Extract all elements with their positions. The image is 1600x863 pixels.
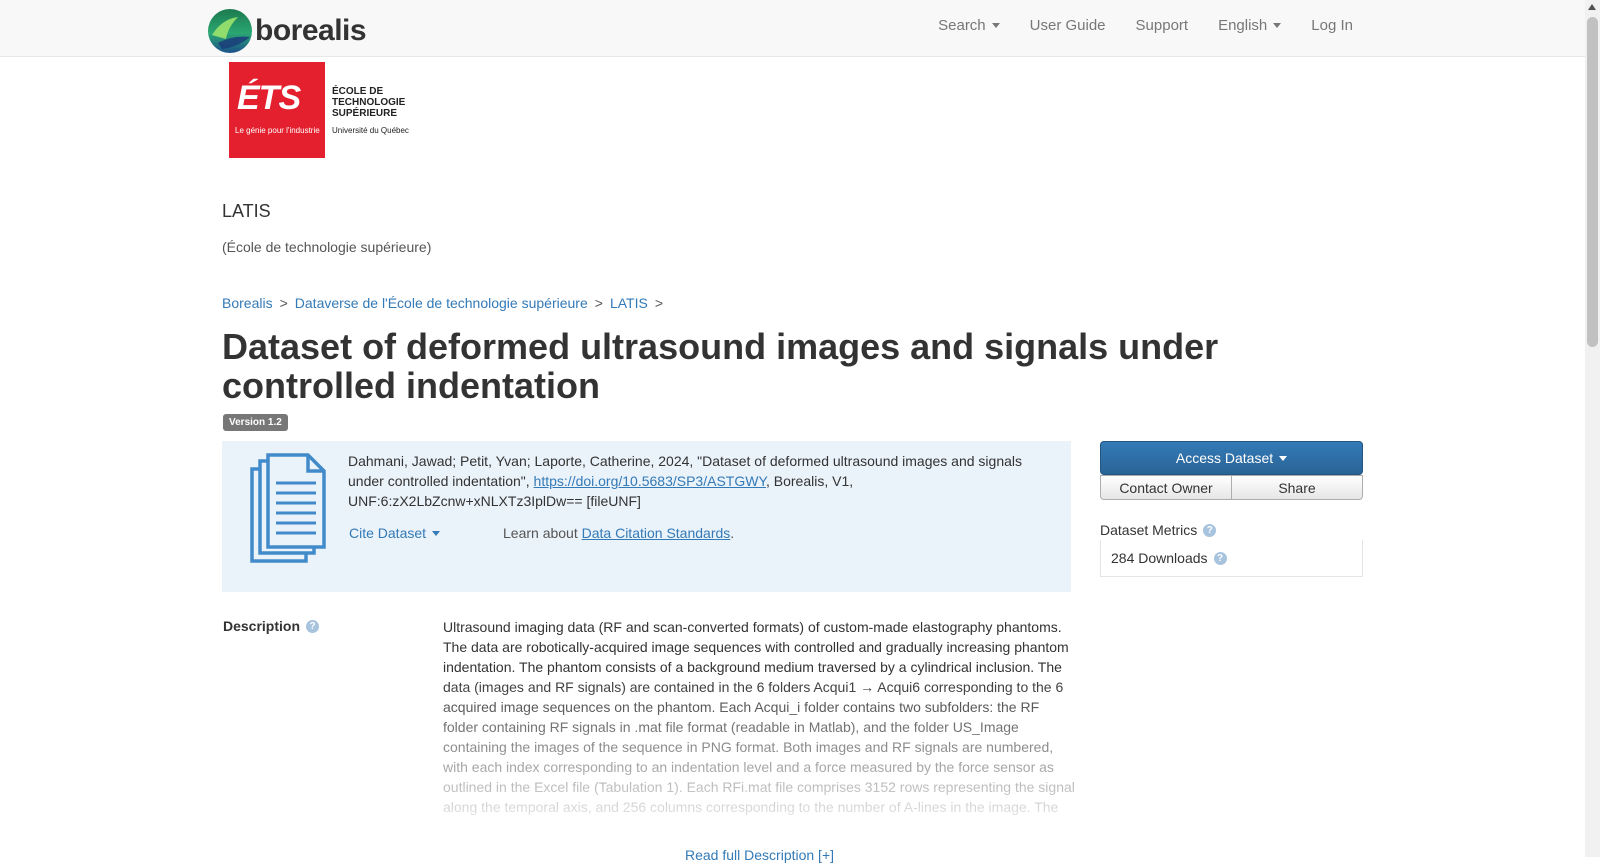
description-label: Description	[223, 618, 301, 634]
ets-logo-subtitle: Université du Québec	[332, 126, 409, 135]
help-question-icon[interactable]: ?	[1203, 523, 1217, 537]
citation-box: Dahmani, Jawad; Petit, Yvan; Laporte, Ca…	[222, 441, 1071, 592]
caret-down-icon	[991, 22, 1000, 28]
breadcrumb-separator: >	[654, 295, 663, 311]
metrics-panel: 284 Downloads ?	[1100, 540, 1363, 577]
breadcrumb-item-ets-dataverse[interactable]: Dataverse de l'École de technologie supé…	[295, 295, 588, 311]
caret-down-icon	[1273, 22, 1282, 28]
downloads-count: 284 Downloads	[1111, 550, 1208, 566]
nav-search-label: Search	[938, 16, 986, 34]
data-citation-standards-link[interactable]: Data Citation Standards	[582, 525, 731, 541]
ets-logo-name-line: ÉCOLE DE	[332, 86, 384, 97]
citation-standards-note: Learn about Data Citation Standards.	[503, 525, 734, 541]
contact-owner-button[interactable]: Contact Owner	[1100, 475, 1232, 500]
nav-language-label: English	[1218, 16, 1268, 34]
caret-down-icon	[1279, 455, 1288, 461]
scroll-thumb[interactable]	[1587, 17, 1598, 347]
access-dataset-label: Access Dataset	[1175, 450, 1274, 466]
ets-logo-name-line: TECHNOLOGIE	[332, 97, 406, 108]
dataset-document-icon	[250, 453, 326, 563]
breadcrumb-separator: >	[279, 295, 288, 311]
dataset-metrics-heading: Dataset Metrics ?	[1100, 522, 1217, 538]
learn-about-text: Learn about	[503, 525, 582, 541]
top-navbar: borealis Search User Guide Support Engli…	[0, 0, 1585, 57]
borealis-logo-icon	[208, 9, 252, 53]
breadcrumb-separator: >	[594, 295, 603, 311]
nav-login[interactable]: Log In	[1311, 17, 1353, 34]
version-badge: Version 1.2	[223, 414, 288, 431]
ets-logo-name-line: SUPÉRIEURE	[332, 108, 398, 119]
nav-language-dropdown[interactable]: English	[1218, 16, 1282, 34]
dataverse-name: LATIS	[222, 201, 271, 221]
share-button[interactable]: Share	[1232, 475, 1363, 500]
brand-name: borealis	[255, 14, 367, 47]
breadcrumb-item-borealis[interactable]: Borealis	[222, 295, 273, 311]
nav-search-dropdown[interactable]: Search	[938, 17, 1000, 34]
cite-dataset-label: Cite Dataset	[349, 525, 427, 541]
citation-text: Dahmani, Jawad; Petit, Yvan; Laporte, Ca…	[348, 451, 1038, 511]
institution-logo[interactable]: ÉTS Le génie pour l'industrie ÉCOLE DE T…	[229, 62, 416, 158]
caret-down-icon	[432, 530, 441, 536]
nav-links: Search User Guide Support English Log In	[908, 0, 1353, 50]
ets-logo-tagline: Le génie pour l'industrie	[235, 126, 320, 135]
ets-logo-mark: ÉTS Le génie pour l'industrie	[229, 62, 325, 158]
breadcrumb: Borealis > Dataverse de l'École de techn…	[222, 295, 670, 311]
dataverse-affiliation: (École de technologie supérieure)	[222, 239, 432, 255]
citation-doi-link[interactable]: https://doi.org/10.5683/SP3/ASTGWY	[534, 473, 766, 489]
read-full-description-link[interactable]: Read full Description [+]	[685, 847, 834, 863]
dataset-metrics-label: Dataset Metrics	[1100, 522, 1198, 538]
nav-user-guide[interactable]: User Guide	[1030, 17, 1106, 34]
nav-support[interactable]: Support	[1136, 17, 1189, 34]
cite-dataset-dropdown[interactable]: Cite Dataset	[349, 525, 441, 541]
breadcrumb-item-latis[interactable]: LATIS	[610, 295, 648, 311]
description-label-row: Description ?	[223, 618, 320, 634]
help-question-icon[interactable]: ?	[306, 619, 320, 633]
scroll-up-arrow-icon[interactable]	[1588, 4, 1596, 10]
ets-logo-letters: ÉTS	[237, 79, 301, 117]
dataset-action-group: Contact Owner Share	[1100, 475, 1363, 500]
learn-about-period: .	[730, 525, 735, 541]
ets-logo-name: ÉCOLE DE TECHNOLOGIE SUPÉRIEURE	[332, 86, 405, 119]
description-text: Ultrasound imaging data (RF and scan-con…	[443, 619, 1075, 815]
brand-home-link[interactable]: borealis	[208, 9, 367, 53]
help-question-icon[interactable]: ?	[1213, 551, 1227, 565]
access-dataset-button[interactable]: Access Dataset	[1100, 441, 1363, 475]
dataset-title: Dataset of deformed ultrasound images an…	[222, 326, 1219, 406]
page-scrollbar[interactable]	[1585, 0, 1600, 857]
